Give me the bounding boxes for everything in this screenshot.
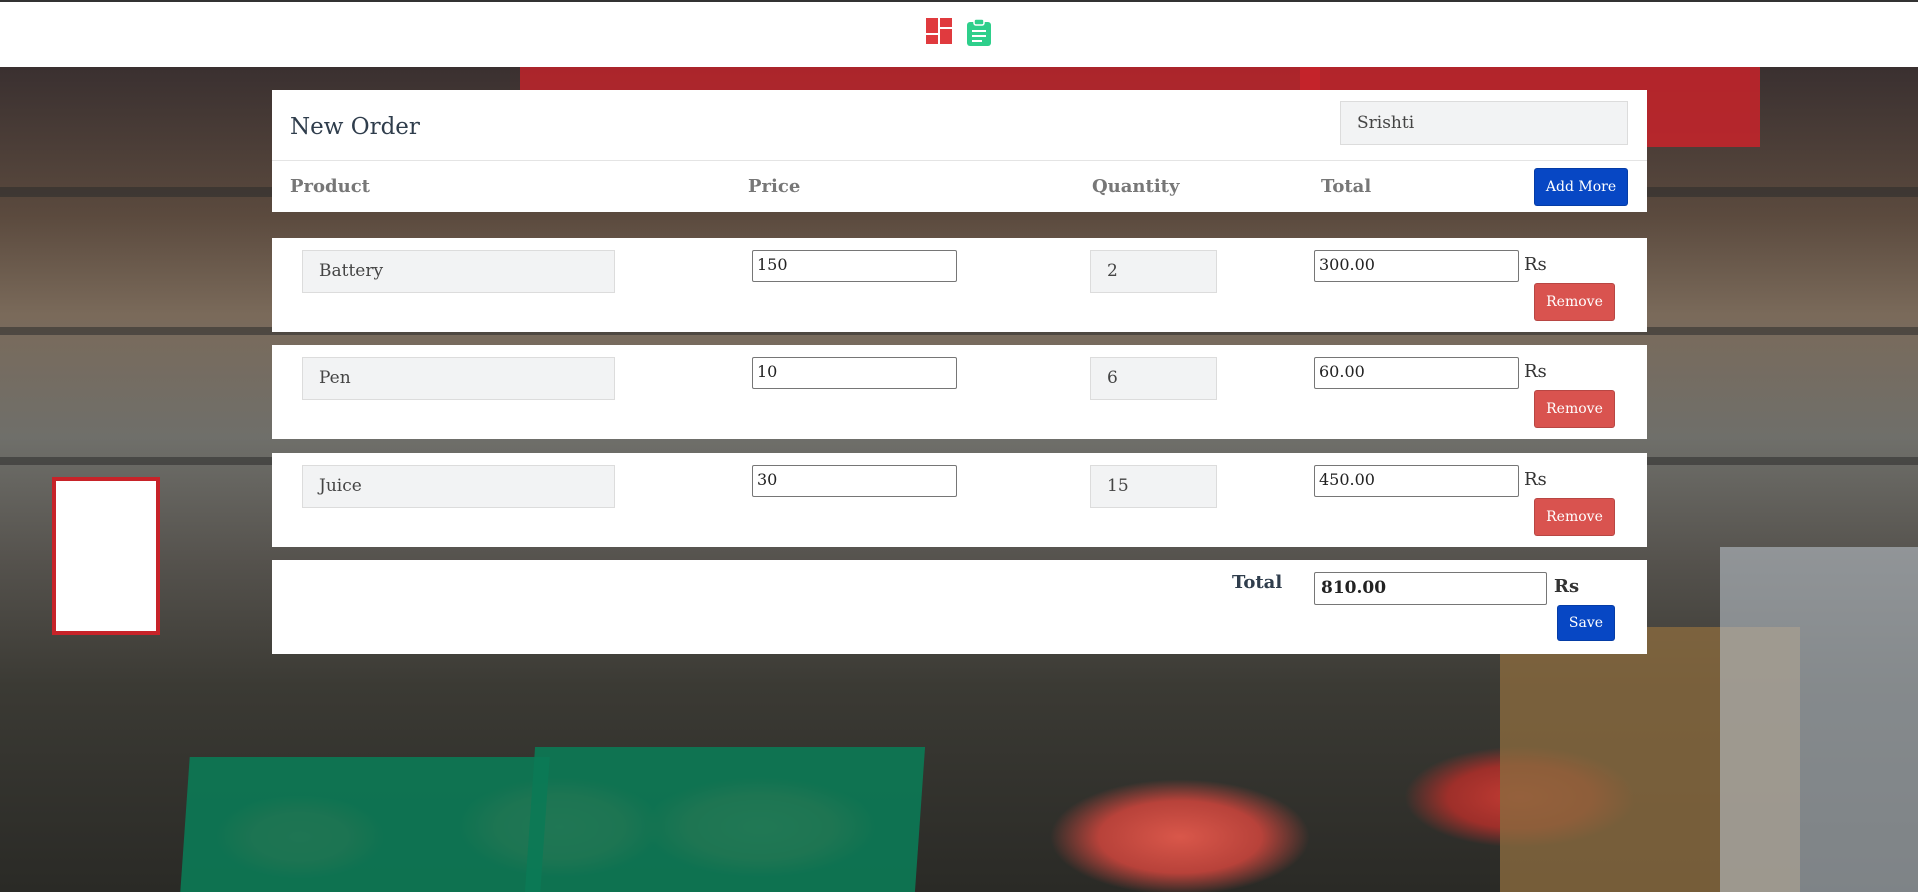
column-header-price: Price	[748, 176, 801, 197]
currency-label: Rs	[1524, 361, 1547, 382]
order-line-item: Juice 30 15 450.00 Rs Remove	[272, 453, 1647, 547]
order-line-item: Battery 150 2 300.00 Rs Remove	[272, 238, 1647, 332]
grand-total-input[interactable]: 810.00	[1314, 572, 1547, 605]
product-field[interactable]: Pen	[302, 357, 615, 400]
dashboard-icon[interactable]	[926, 18, 952, 44]
remove-button[interactable]: Remove	[1534, 390, 1615, 428]
save-button[interactable]: Save	[1557, 605, 1615, 641]
product-field[interactable]: Juice	[302, 465, 615, 508]
remove-button[interactable]: Remove	[1534, 498, 1615, 536]
column-header-total: Total	[1321, 176, 1372, 197]
price-input[interactable]: 30	[752, 465, 957, 497]
customer-name-field[interactable]: Srishti	[1340, 101, 1628, 145]
currency-label: Rs	[1524, 469, 1547, 490]
header-divider	[272, 160, 1647, 161]
column-header-product: Product	[290, 176, 370, 197]
product-field[interactable]: Battery	[302, 250, 615, 293]
order-line-item: Pen 10 6 60.00 Rs Remove	[272, 345, 1647, 439]
price-input[interactable]: 10	[752, 357, 957, 389]
line-total-input[interactable]: 450.00	[1314, 465, 1519, 497]
clipboard-icon[interactable]	[966, 18, 992, 46]
top-nav-bar	[0, 0, 1918, 66]
grand-total-label: Total	[1232, 572, 1283, 593]
order-summary-card: Total 810.00 Rs Save	[272, 560, 1647, 654]
quantity-field[interactable]: 6	[1090, 357, 1217, 400]
line-total-input[interactable]: 300.00	[1314, 250, 1519, 282]
grand-total-currency: Rs	[1554, 576, 1580, 597]
currency-label: Rs	[1524, 254, 1547, 275]
page-title: New Order	[290, 114, 420, 140]
add-more-button[interactable]: Add More	[1534, 168, 1628, 206]
quantity-field[interactable]: 15	[1090, 465, 1217, 508]
nav-icon-group	[926, 18, 992, 46]
column-header-quantity: Quantity	[1092, 176, 1180, 197]
quantity-field[interactable]: 2	[1090, 250, 1217, 293]
order-header-card: New Order Srishti Product Price Quantity…	[272, 90, 1647, 212]
price-input[interactable]: 150	[752, 250, 957, 282]
line-total-input[interactable]: 60.00	[1314, 357, 1519, 389]
remove-button[interactable]: Remove	[1534, 283, 1615, 321]
